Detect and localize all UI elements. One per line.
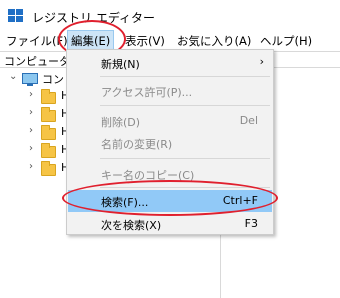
menu-item-rename-label: 名前の変更(R) — [101, 138, 173, 151]
chevron-right-icon[interactable]: › — [29, 89, 33, 100]
menu-item-find-next[interactable]: 次を検索(X) F3 — [68, 213, 272, 235]
folder-icon — [41, 107, 56, 122]
menu-item-delete-shortcut: Del — [239, 114, 258, 127]
chevron-right-icon[interactable]: › — [29, 125, 33, 136]
menu-separator — [100, 158, 270, 159]
menu-item-delete[interactable]: 削除(D) Del — [68, 110, 272, 132]
menu-help[interactable]: ヘルプ(H) — [260, 33, 312, 49]
title-bar: レジストリ エディター — [0, 0, 340, 30]
menu-bar: ファイル(F) 編集(E) 表示(V) お気に入り(A) ヘルプ(H) — [0, 30, 340, 50]
menu-item-find-next-shortcut: F3 — [244, 217, 258, 230]
menu-view[interactable]: 表示(V) — [125, 33, 165, 49]
menu-favorites[interactable]: お気に入り(A) — [177, 33, 251, 49]
folder-icon — [41, 125, 56, 140]
menu-separator — [100, 76, 270, 77]
chevron-right-icon[interactable]: › — [29, 107, 33, 118]
menu-item-find-next-label: 次を検索(X) — [101, 219, 162, 232]
menu-item-permissions[interactable]: アクセス許可(P)... — [68, 80, 272, 102]
menu-item-delete-label: 削除(D) — [101, 116, 141, 129]
chevron-right-icon[interactable]: › — [29, 161, 33, 172]
menu-item-new[interactable]: 新規(N) › — [68, 52, 272, 74]
menu-separator — [100, 105, 270, 106]
registry-editor-icon — [8, 9, 24, 23]
folder-icon — [41, 161, 56, 176]
menu-item-permissions-label: アクセス許可(P)... — [101, 86, 193, 99]
annotation-ellipse-find — [62, 180, 278, 216]
submenu-arrow-icon: › — [259, 55, 264, 68]
folder-icon — [41, 89, 56, 104]
chevron-right-icon[interactable]: › — [29, 143, 33, 154]
chevron-down-icon[interactable]: ⌄ — [9, 71, 17, 82]
computer-icon — [22, 73, 38, 86]
menu-item-rename[interactable]: 名前の変更(R) — [68, 132, 272, 154]
folder-icon — [41, 143, 56, 158]
menu-item-new-label: 新規(N) — [101, 58, 140, 71]
